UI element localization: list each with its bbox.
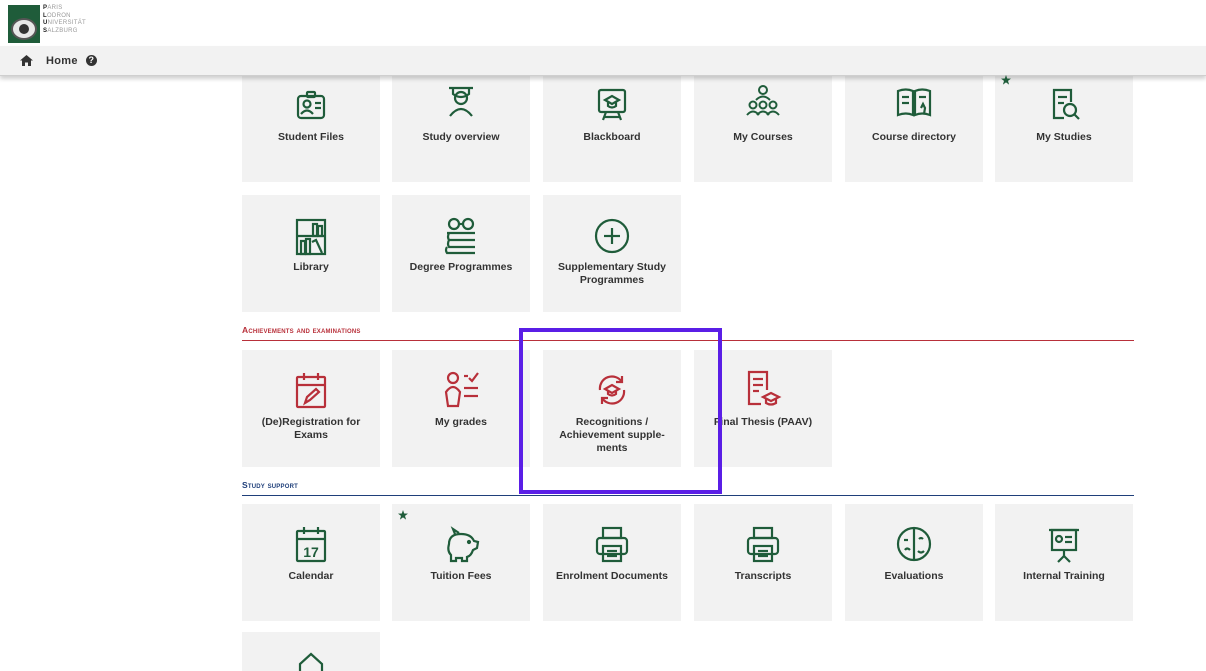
tile-enrolment-documents[interactable]: Enrolment Documents bbox=[543, 504, 681, 621]
tile-student-files[interactable]: Student Files bbox=[242, 76, 380, 182]
tile-my-courses[interactable]: My Courses bbox=[694, 76, 832, 182]
tile-label: Student Files bbox=[278, 131, 344, 143]
tile-course-directory[interactable]: Course directory bbox=[845, 76, 983, 182]
plus-circle-icon bbox=[594, 218, 630, 254]
tile-label: Supplementary Study Programmes bbox=[558, 261, 666, 286]
tile-transcripts[interactable]: Transcripts bbox=[694, 504, 832, 621]
document-search-icon bbox=[1052, 88, 1080, 120]
home-icon[interactable] bbox=[20, 55, 33, 66]
group-icon bbox=[746, 85, 780, 116]
tile-label: (De)Registration for Exams bbox=[261, 416, 361, 441]
person-checklist-icon bbox=[444, 371, 479, 408]
tile-supplementary-study-programmes[interactable]: Supplementary Study Programmes bbox=[543, 195, 681, 312]
tile-exam-registration[interactable]: (De)Registration for Exams bbox=[242, 350, 380, 467]
calendar-17-icon: 17 bbox=[295, 527, 327, 563]
tile-label: Enrolment Documents bbox=[555, 570, 668, 582]
section-title-study-support: Study support bbox=[242, 480, 298, 490]
home-link[interactable]: Home bbox=[46, 55, 78, 67]
tile-library[interactable]: Library bbox=[242, 195, 380, 312]
thesis-document-icon bbox=[747, 370, 782, 406]
tile-label: Degree Programmes bbox=[409, 261, 513, 273]
highlight-box bbox=[519, 328, 722, 494]
tile-blackboard[interactable]: Blackboard bbox=[543, 76, 681, 182]
tile-label: My Studies bbox=[1036, 131, 1092, 143]
tile-my-grades[interactable]: My grades bbox=[392, 350, 530, 467]
tile-label: My Courses bbox=[733, 131, 793, 143]
tile-label: Evaluations bbox=[884, 570, 944, 582]
university-logo[interactable]: PARIS LODRON UNIVERSITÄT SALZBURG bbox=[8, 5, 86, 43]
logo-emblem bbox=[8, 5, 40, 43]
tile-tuition-fees[interactable]: Tuition Fees bbox=[392, 504, 530, 621]
tile-study-overview[interactable]: Study overview bbox=[392, 76, 530, 182]
tile-internal-training[interactable]: Internal Training bbox=[995, 504, 1133, 621]
open-book-icon bbox=[896, 88, 932, 117]
tile-label: My grades bbox=[435, 416, 487, 428]
house-icon bbox=[298, 652, 324, 671]
tile-degree-programmes[interactable]: Degree Programmes bbox=[392, 195, 530, 312]
tile-label: Course directory bbox=[871, 131, 957, 143]
tile-label: Transcripts bbox=[734, 570, 792, 582]
printer-icon bbox=[595, 526, 629, 563]
tile-my-studies[interactable]: My Studies bbox=[995, 76, 1133, 182]
tile-housing-partial[interactable] bbox=[242, 632, 380, 671]
tile-label: Calendar bbox=[288, 570, 334, 582]
tile-label: Internal Training bbox=[1023, 570, 1105, 582]
logo-wordmark: PARIS LODRON UNIVERSITÄT SALZBURG bbox=[43, 5, 86, 34]
student-id-icon bbox=[296, 90, 326, 120]
tile-calendar[interactable]: 17 Calendar bbox=[242, 504, 380, 621]
bookshelf-icon bbox=[295, 218, 327, 256]
help-icon[interactable]: ? bbox=[85, 55, 97, 66]
calendar-day: 17 bbox=[303, 544, 319, 560]
tile-label: Study overview bbox=[422, 131, 500, 143]
calendar-edit-icon bbox=[295, 373, 327, 409]
section-title-achievements: Achievements and examinations bbox=[242, 325, 361, 335]
printer-icon bbox=[746, 526, 780, 563]
piggy-bank-icon bbox=[447, 526, 480, 563]
tile-label: Library bbox=[293, 261, 329, 273]
section-divider bbox=[242, 495, 1134, 496]
books-glasses-icon bbox=[444, 217, 475, 255]
tile-label: Blackboard bbox=[583, 131, 641, 143]
favourite-star-icon[interactable] bbox=[398, 510, 408, 520]
tile-evaluations[interactable]: Evaluations bbox=[845, 504, 983, 621]
tile-label: Tuition Fees bbox=[430, 570, 492, 582]
favourite-star-icon[interactable] bbox=[1001, 75, 1011, 85]
blackboard-icon bbox=[597, 88, 627, 121]
graduate-icon bbox=[449, 86, 473, 117]
presentation-board-icon bbox=[1049, 528, 1079, 563]
top-navbar: Home ? bbox=[0, 46, 1206, 76]
evaluation-face-icon bbox=[896, 526, 932, 562]
